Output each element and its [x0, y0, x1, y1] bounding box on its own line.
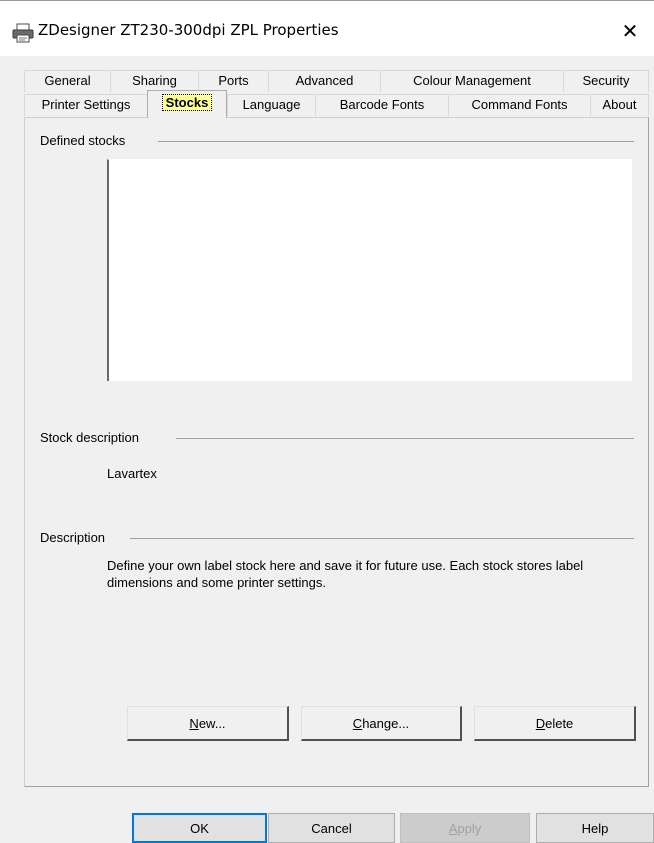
description-label: Description — [40, 530, 114, 545]
defined-stocks-label: Defined stocks — [40, 133, 134, 148]
description-text: Define your own label stock here and sav… — [107, 558, 584, 590]
tab-stocks[interactable]: Stocks — [147, 90, 227, 118]
change-button-label: Change... — [352, 715, 410, 731]
title-bar[interactable]: ZDesigner ZT230-300dpi ZPL Properties ✕ — [0, 0, 654, 56]
stock-description-divider — [176, 438, 634, 439]
defined-stocks-divider — [158, 141, 634, 142]
stock-description-value: Lavartex — [107, 466, 157, 481]
tab-stocks-label: Stocks — [161, 94, 213, 111]
tab-command-fonts[interactable]: Command Fonts — [448, 94, 590, 116]
help-button[interactable]: Help — [536, 813, 654, 843]
tab-security[interactable]: Security — [563, 70, 649, 92]
change-button[interactable]: Change... — [301, 706, 462, 741]
window-title: ZDesigner ZT230-300dpi ZPL Properties — [38, 21, 339, 39]
tab-barcode-fonts[interactable]: Barcode Fonts — [315, 94, 448, 116]
tab-colour-management[interactable]: Colour Management — [380, 70, 563, 92]
ok-button[interactable]: OK — [132, 813, 267, 843]
delete-button[interactable]: Delete — [474, 706, 636, 741]
tab-ports[interactable]: Ports — [198, 70, 268, 92]
defined-stocks-list[interactable] — [107, 159, 632, 381]
tab-about[interactable]: About — [590, 94, 649, 116]
apply-button[interactable]: Apply — [400, 813, 530, 843]
tab-language[interactable]: Language — [227, 94, 315, 116]
stock-description-label: Stock description — [40, 430, 147, 445]
close-icon: ✕ — [621, 19, 639, 43]
tab-printer-settings[interactable]: Printer Settings — [24, 94, 147, 116]
new-button[interactable]: New... — [127, 706, 289, 741]
tab-general[interactable]: General — [24, 70, 110, 92]
description-divider — [130, 538, 634, 539]
cancel-button[interactable]: Cancel — [268, 813, 395, 843]
delete-button-label: Delete — [535, 715, 574, 731]
apply-button-label: Apply — [448, 820, 482, 836]
tab-advanced[interactable]: Advanced — [268, 70, 380, 92]
new-button-label: New... — [189, 715, 226, 731]
tab-sharing[interactable]: Sharing — [110, 70, 198, 92]
printer-icon — [12, 23, 34, 43]
properties-dialog: ZDesigner ZT230-300dpi ZPL Properties ✕ … — [0, 0, 654, 843]
close-button[interactable]: ✕ — [610, 11, 650, 51]
